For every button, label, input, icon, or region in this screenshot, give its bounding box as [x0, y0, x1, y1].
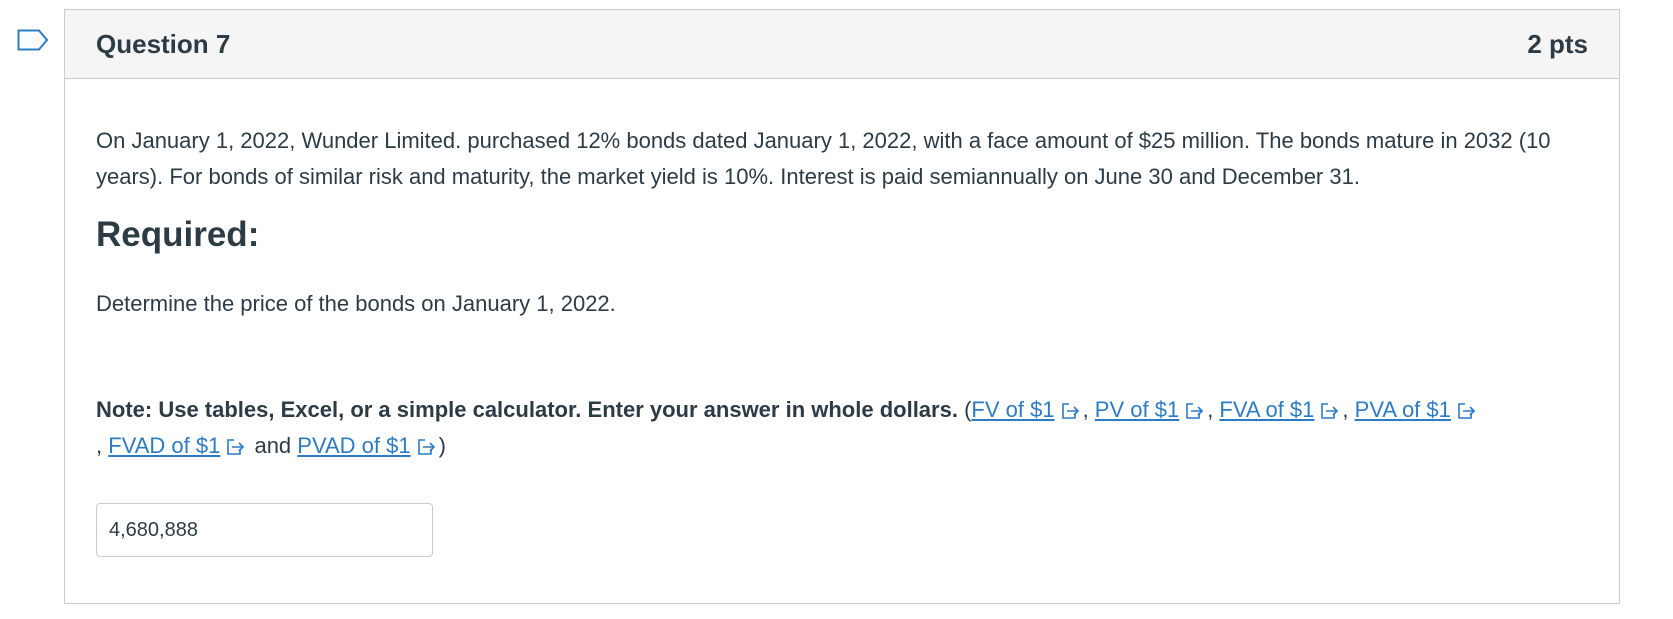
link-pva-of-1[interactable]: PVA of $1	[1355, 397, 1451, 422]
external-link-icon	[1321, 403, 1339, 419]
question-header: Question 7 2 pts	[65, 10, 1619, 79]
question-points: 2 pts	[1527, 28, 1588, 59]
note-separator: ,	[1207, 397, 1220, 422]
note-bold-text: Note: Use tables, Excel, or a simple cal…	[96, 397, 958, 422]
external-link-icon	[227, 439, 245, 455]
question-text: On January 1, 2022, Wunder Limited. purc…	[96, 128, 1551, 189]
question-card: Question 7 2 pts On January 1, 2022, Wun…	[64, 9, 1620, 604]
link-fv-of-1[interactable]: FV of $1	[971, 397, 1054, 422]
required-heading: Required:	[96, 215, 260, 254]
answer-input[interactable]	[96, 503, 433, 557]
external-link-icon	[1458, 403, 1476, 419]
note-and-text: and	[248, 433, 298, 458]
note-separator: ,	[96, 433, 103, 458]
note-separator: ,	[1082, 397, 1095, 422]
note-open-paren: (	[957, 397, 972, 422]
external-link-icon	[417, 439, 435, 455]
external-link-icon	[1061, 403, 1079, 419]
question-instruction: Determine the price of the bonds on Janu…	[96, 291, 616, 316]
link-pvad-of-1[interactable]: PVAD of $1	[297, 433, 410, 458]
question-title: Question 7	[96, 28, 231, 59]
external-link-icon	[1186, 403, 1204, 419]
bookmark-flag-icon[interactable]	[17, 29, 49, 51]
note-close-paren: )	[438, 433, 446, 458]
link-fvad-of-1[interactable]: FVAD of $1	[108, 433, 220, 458]
note-paragraph: Note: Use tables, Excel, or a simple cal…	[96, 392, 1596, 464]
link-fva-of-1[interactable]: FVA of $1	[1219, 397, 1314, 422]
note-separator: ,	[1342, 397, 1349, 422]
link-pv-of-1[interactable]: PV of $1	[1095, 397, 1179, 422]
